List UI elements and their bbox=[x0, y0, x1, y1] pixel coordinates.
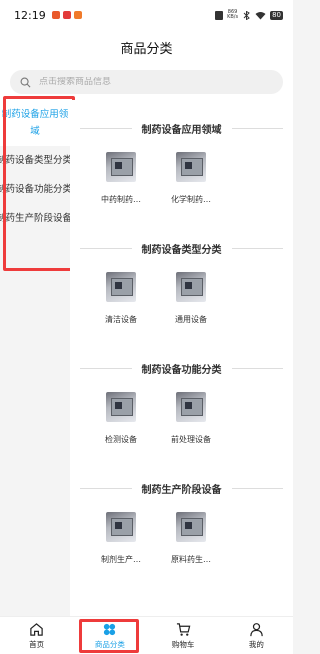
search-input[interactable] bbox=[39, 77, 273, 87]
section-header: 制药设备功能分类 bbox=[80, 340, 283, 392]
tab-category[interactable]: 商品分类 bbox=[73, 617, 146, 654]
tab-profile[interactable]: 我的 bbox=[220, 617, 293, 654]
search-icon bbox=[20, 77, 31, 87]
product-image bbox=[106, 392, 136, 422]
bluetooth-icon bbox=[243, 10, 250, 20]
product-item[interactable]: 化学制药… bbox=[156, 152, 226, 205]
product-name: 检测设备 bbox=[105, 435, 137, 444]
bottom-tab-bar: 首页 商品分类 购物车 我的 bbox=[0, 616, 293, 654]
tab-label: 商品分类 bbox=[94, 639, 125, 649]
divider bbox=[231, 247, 283, 249]
category-section: 制药生产阶段设备 制剂生产… 原料药生… bbox=[80, 460, 283, 580]
sidebar-item-application-field[interactable]: 制药设备应用领域 bbox=[0, 100, 70, 146]
section-header: 制药设备应用领域 bbox=[80, 100, 283, 152]
product-name: 制剂生产… bbox=[101, 555, 141, 564]
category-content: 制药设备应用领域 中药制药… 化学制药… 制药设备类型分类 清洁设备 通用设备 … bbox=[70, 100, 293, 616]
product-item[interactable]: 制剂生产… bbox=[86, 512, 156, 565]
product-name: 通用设备 bbox=[175, 315, 207, 324]
sidebar-item-label: 制药生产阶段设备 bbox=[0, 213, 70, 224]
product-image bbox=[176, 272, 206, 302]
user-icon bbox=[250, 622, 263, 636]
product-name: 清洁设备 bbox=[105, 315, 137, 324]
product-image bbox=[106, 272, 136, 302]
product-name: 原料药生… bbox=[171, 555, 211, 564]
product-item[interactable]: 清洁设备 bbox=[86, 272, 156, 325]
category-sidebar: 制药设备应用领域 制药设备类型分类 制药设备功能分类 制药生产阶段设备 bbox=[0, 100, 70, 616]
divider bbox=[80, 247, 132, 249]
page-title: 商品分类 bbox=[120, 41, 173, 57]
section-title: 制药设备应用领域 bbox=[141, 124, 222, 136]
divider bbox=[231, 487, 283, 489]
tab-home[interactable]: 首页 bbox=[0, 617, 73, 654]
divider bbox=[80, 367, 132, 369]
vibrate-icon bbox=[215, 10, 224, 20]
category-section: 制药设备应用领域 中药制药… 化学制药… bbox=[80, 100, 283, 220]
tab-label: 首页 bbox=[29, 639, 45, 649]
search-box[interactable] bbox=[10, 70, 283, 94]
sidebar-item-label: 制药设备应用领域 bbox=[1, 109, 69, 137]
product-item[interactable]: 原料药生… bbox=[156, 512, 226, 565]
product-name: 化学制药… bbox=[171, 195, 211, 204]
divider bbox=[231, 367, 283, 369]
divider bbox=[80, 127, 132, 129]
tab-label: 购物车 bbox=[171, 639, 195, 649]
section-title: 制药设备功能分类 bbox=[141, 364, 222, 376]
section-header: 制药生产阶段设备 bbox=[80, 460, 283, 512]
product-item[interactable]: 前处理设备 bbox=[156, 392, 226, 445]
sidebar-item-label: 制药设备类型分类 bbox=[0, 155, 70, 166]
sidebar-item-function-category[interactable]: 制药设备功能分类 bbox=[0, 175, 70, 204]
section-title: 制药生产阶段设备 bbox=[141, 484, 222, 496]
category-section: 制药设备功能分类 检测设备 前处理设备 bbox=[80, 340, 283, 460]
tab-label: 我的 bbox=[248, 639, 264, 649]
status-time: 12:19 bbox=[14, 8, 46, 22]
section-header: 制药设备类型分类 bbox=[80, 220, 283, 272]
notification-app-icon bbox=[51, 11, 60, 19]
product-image bbox=[176, 152, 206, 182]
search-bar bbox=[0, 64, 293, 100]
category-section: 制药设备类型分类 清洁设备 通用设备 bbox=[80, 220, 283, 340]
product-item[interactable]: 通用设备 bbox=[156, 272, 226, 325]
product-name: 前处理设备 bbox=[171, 435, 211, 444]
category-icon bbox=[104, 623, 116, 635]
status-bar: 12:19 869 KB/s 80 bbox=[0, 0, 293, 30]
product-image bbox=[106, 512, 136, 542]
product-image bbox=[106, 152, 136, 182]
product-name: 中药制药… bbox=[101, 195, 141, 204]
product-image bbox=[176, 512, 206, 542]
cart-icon bbox=[176, 622, 190, 636]
sidebar-item-type-category[interactable]: 制药设备类型分类 bbox=[0, 146, 70, 175]
wifi-icon bbox=[255, 11, 266, 19]
home-icon bbox=[30, 622, 43, 636]
battery-icon: 80 bbox=[270, 10, 283, 20]
tab-cart[interactable]: 购物车 bbox=[147, 617, 220, 654]
section-title: 制药设备类型分类 bbox=[141, 244, 222, 256]
product-item[interactable]: 检测设备 bbox=[86, 392, 156, 445]
product-image bbox=[176, 392, 206, 422]
page-header: 商品分类 bbox=[0, 30, 293, 64]
notification-app-icon bbox=[73, 11, 82, 19]
sidebar-item-label: 制药设备功能分类 bbox=[0, 184, 70, 195]
product-item[interactable]: 中药制药… bbox=[86, 152, 156, 205]
notification-app-icon bbox=[62, 11, 71, 19]
network-speed: 869 KB/s bbox=[227, 9, 239, 20]
sidebar-item-production-stage[interactable]: 制药生产阶段设备 bbox=[0, 204, 70, 233]
divider bbox=[80, 487, 132, 489]
divider bbox=[231, 127, 283, 129]
